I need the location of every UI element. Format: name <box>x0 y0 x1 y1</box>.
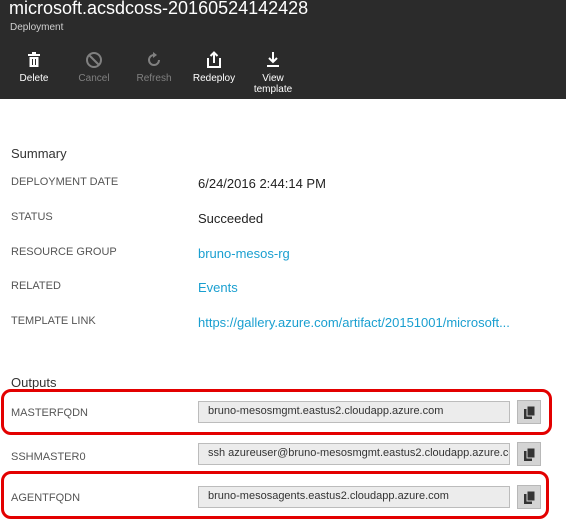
summary-title: Summary <box>11 146 67 161</box>
blade-content: Summary DEPLOYMENT DATE 6/24/2016 2:44:1… <box>0 99 566 529</box>
trash-icon <box>25 51 43 69</box>
refresh-icon <box>145 51 163 69</box>
blade-header: microsoft.acsdcoss-20160524142428 Deploy… <box>0 0 566 99</box>
resource-group-link[interactable]: bruno-mesos-rg <box>198 246 290 261</box>
related-label: RELATED <box>11 280 61 292</box>
delete-label: Delete <box>19 73 49 84</box>
copy-icon <box>524 447 536 461</box>
outputs-title: Outputs <box>11 375 57 390</box>
status-value: Succeeded <box>198 211 264 226</box>
sshmaster0-field[interactable]: ssh azureuser@bruno-mesosmgmt.eastus2.cl… <box>198 443 510 465</box>
template-link[interactable]: https://gallery.azure.com/artifact/20151… <box>198 315 510 330</box>
status-label: STATUS <box>11 211 53 223</box>
template-link-label: TEMPLATE LINK <box>11 315 96 327</box>
agentfqdn-highlight <box>1 471 549 519</box>
cancel-icon <box>85 51 103 69</box>
redeploy-label: Redeploy <box>192 73 236 84</box>
view-template-button[interactable]: View template <box>246 48 300 96</box>
cancel-label: Cancel <box>78 73 110 84</box>
redeploy-button[interactable]: Redeploy <box>186 48 242 96</box>
events-link[interactable]: Events <box>198 280 238 295</box>
masterfqdn-highlight <box>1 389 552 435</box>
copy-sshmaster0-button[interactable] <box>517 442 541 466</box>
cancel-button[interactable]: Cancel <box>66 48 122 96</box>
redeploy-icon <box>205 51 223 69</box>
resource-group-label: RESOURCE GROUP <box>11 246 117 258</box>
sshmaster0-label: SSHMASTER0 <box>11 451 86 463</box>
deployment-date-label: DEPLOYMENT DATE <box>11 176 119 188</box>
blade-title: microsoft.acsdcoss-20160524142428 <box>9 0 309 18</box>
delete-button[interactable]: Delete <box>6 48 62 96</box>
view-template-label: View template <box>253 73 293 95</box>
refresh-button[interactable]: Refresh <box>126 48 182 96</box>
refresh-label: Refresh <box>136 73 172 84</box>
blade-subtitle: Deployment <box>10 22 64 33</box>
deployment-date-value: 6/24/2016 2:44:14 PM <box>198 176 326 191</box>
download-icon <box>264 51 282 69</box>
